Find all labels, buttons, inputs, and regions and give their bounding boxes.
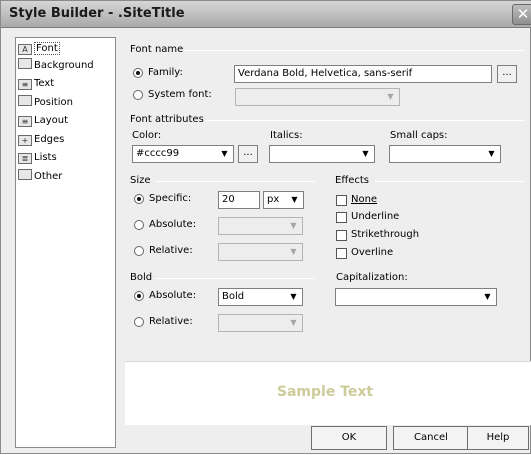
system-font-radio[interactable] xyxy=(133,90,143,100)
chevron-down-icon: ▼ xyxy=(488,149,495,158)
dialog-buttons: OK Cancel Help xyxy=(125,423,531,455)
bold-divider xyxy=(155,278,315,279)
layout-icon: ≡ xyxy=(18,116,32,127)
sidebar-item-text[interactable]: ≡ Text xyxy=(18,75,114,92)
effect-overline-checkbox[interactable] xyxy=(336,248,347,259)
family-label: Family: xyxy=(148,67,183,78)
effect-strikethrough-checkbox[interactable] xyxy=(336,230,347,241)
size-relative-select[interactable]: ▼ xyxy=(218,243,303,261)
color-label: Color: xyxy=(132,130,162,141)
ok-button[interactable]: OK xyxy=(311,426,387,450)
color-select[interactable]: #cccc99 ▼ xyxy=(132,145,234,163)
sidebar-item-font[interactable]: A Font xyxy=(18,40,114,57)
lists-icon: ≣ xyxy=(18,153,32,164)
bold-group-title: Bold xyxy=(130,272,153,283)
size-relative-label: Relative: xyxy=(149,245,193,256)
font-name-group-title: Font name xyxy=(130,44,184,55)
window-title: Style Builder - .SiteTitle xyxy=(9,6,185,21)
effect-strikethrough-label: Strikethrough xyxy=(351,229,420,240)
font-icon: A xyxy=(18,44,32,55)
chevron-down-icon: ▼ xyxy=(484,292,491,301)
size-unit-value: px xyxy=(267,194,280,205)
help-button[interactable]: Help xyxy=(467,426,529,450)
position-icon xyxy=(18,95,32,106)
system-font-select[interactable]: ▼ xyxy=(235,88,400,106)
font-name-divider xyxy=(185,50,525,51)
size-absolute-label: Absolute: xyxy=(149,219,197,230)
family-radio[interactable] xyxy=(133,68,143,78)
size-specific-label: Specific: xyxy=(149,193,192,204)
title-bar[interactable]: Style Builder - .SiteTitle ✕ xyxy=(1,1,531,28)
family-browse-button[interactable]: ... xyxy=(497,65,517,83)
chevron-down-icon: ▼ xyxy=(221,149,228,158)
size-divider xyxy=(155,181,315,182)
bold-relative-select[interactable]: ▼ xyxy=(218,314,303,332)
italics-label: Italics: xyxy=(270,130,303,141)
color-value: #cccc99 xyxy=(136,148,180,159)
sidebar-item-position[interactable]: Position xyxy=(18,94,114,111)
size-unit-select[interactable]: px ▼ xyxy=(263,191,304,209)
sample-text: Sample Text xyxy=(276,384,374,400)
effect-none-label: None xyxy=(351,194,378,205)
bold-absolute-label: Absolute: xyxy=(149,290,197,301)
size-absolute-radio[interactable] xyxy=(134,220,144,230)
bold-relative-radio[interactable] xyxy=(134,317,144,327)
category-list: A Font Background ≡ Text Position ≡ Layout … xyxy=(15,37,116,448)
size-specific-input[interactable]: 20 xyxy=(218,191,260,209)
cancel-button[interactable]: Cancel xyxy=(393,426,469,450)
effect-underline-label: Underline xyxy=(351,211,400,222)
italics-select[interactable]: ▼ xyxy=(269,145,375,163)
effect-none-checkbox[interactable] xyxy=(336,195,347,206)
size-specific-radio[interactable] xyxy=(134,194,144,204)
capitalization-label: Capitalization: xyxy=(336,272,408,283)
style-builder-window: Style Builder - .SiteTitle ✕ A Font Backg… xyxy=(0,0,531,454)
color-picker-button[interactable]: ... xyxy=(238,145,258,163)
system-font-label: System font: xyxy=(148,89,212,100)
bold-absolute-value: Bold xyxy=(222,291,245,302)
size-group-title: Size xyxy=(130,175,151,186)
chevron-down-icon: ▼ xyxy=(290,247,297,256)
sidebar-item-other[interactable]: Other xyxy=(18,168,114,185)
other-icon xyxy=(18,169,32,180)
sidebar-item-layout[interactable]: ≡ Layout xyxy=(18,112,114,129)
size-absolute-select[interactable]: ▼ xyxy=(218,217,303,235)
bold-relative-label: Relative: xyxy=(149,316,193,327)
chevron-down-icon: ▼ xyxy=(291,195,298,204)
family-input[interactable]: Verdana Bold, Helvetica, sans-serif xyxy=(234,65,492,83)
effects-group-title: Effects xyxy=(335,175,369,186)
chevron-down-icon: ▼ xyxy=(290,221,297,230)
size-relative-radio[interactable] xyxy=(134,246,144,256)
small-caps-label: Small caps: xyxy=(390,130,448,141)
small-caps-select[interactable]: ▼ xyxy=(389,145,501,163)
font-attributes-group-title: Font attributes xyxy=(130,114,204,125)
edges-icon: + xyxy=(18,135,32,146)
chevron-down-icon: ▼ xyxy=(290,318,297,327)
bold-absolute-radio[interactable] xyxy=(134,291,144,301)
font-panel: Font name Family: Verdana Bold, Helvetic… xyxy=(125,37,525,409)
close-icon: ✕ xyxy=(516,5,530,23)
text-icon: ≡ xyxy=(18,79,32,90)
sample-preview: Sample Text xyxy=(125,361,531,425)
close-button[interactable]: ✕ xyxy=(512,4,531,25)
bold-absolute-select[interactable]: Bold ▼ xyxy=(218,288,303,306)
chevron-down-icon: ▼ xyxy=(362,149,369,158)
background-icon xyxy=(18,58,32,69)
effect-overline-label: Overline xyxy=(351,247,394,258)
capitalization-select[interactable]: ▼ xyxy=(335,288,497,306)
font-attributes-divider xyxy=(205,120,525,121)
effect-underline-checkbox[interactable] xyxy=(336,212,347,223)
chevron-down-icon: ▼ xyxy=(290,292,297,301)
sidebar-item-lists[interactable]: ≣ Lists xyxy=(18,149,114,166)
sidebar-item-edges[interactable]: + Edges xyxy=(18,131,114,148)
chevron-down-icon: ▼ xyxy=(387,92,394,101)
effects-divider xyxy=(375,181,525,182)
sidebar-item-background[interactable]: Background xyxy=(18,57,114,74)
